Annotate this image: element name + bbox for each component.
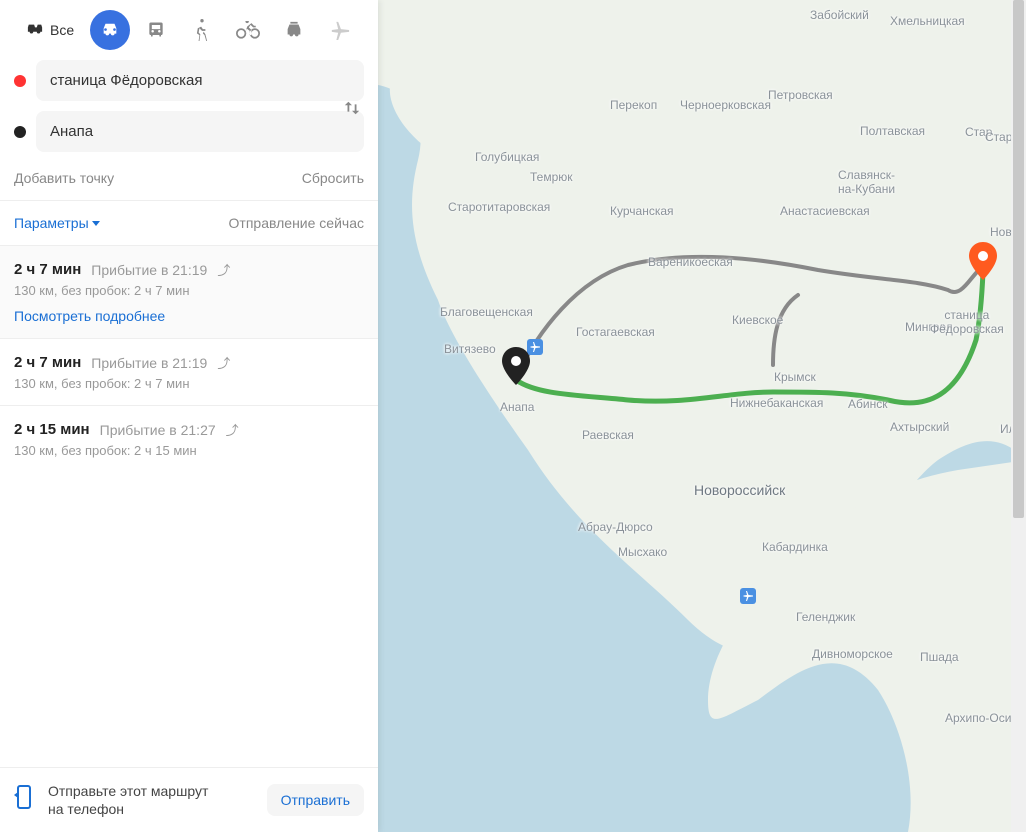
city-label: Киевское	[732, 313, 783, 327]
car-icon	[99, 21, 121, 39]
city-label: Нижнебаканская	[730, 396, 823, 410]
route-option[interactable]: 2 ч 7 мин Прибытие в 21:19 ⤴ 130 км, без пр…	[0, 338, 378, 405]
destination-input[interactable]: Анапа	[36, 111, 364, 152]
phone-send-icon	[14, 785, 36, 814]
mode-transit[interactable]	[136, 10, 176, 50]
send-to-phone-box: Отправьте этот маршрут на телефон Отправ…	[0, 767, 378, 832]
city-label: Абинск	[848, 397, 887, 411]
city-label: Перекоп	[610, 98, 657, 112]
city-label: Мысхако	[618, 545, 667, 559]
city-label: Благовещенская	[440, 305, 533, 319]
route-details: 130 км, без пробок: 2 ч 15 мин	[14, 443, 364, 458]
city-label: Хмельницкая	[890, 14, 965, 28]
reset-link[interactable]: Сбросить	[302, 170, 364, 186]
route-option[interactable]: 2 ч 15 мин Прибытие в 21:27 ⤴ 130 км, без п…	[0, 405, 378, 472]
route-arrival: Прибытие в 21:27	[100, 422, 216, 438]
route-option[interactable]: 2 ч 7 мин Прибытие в 21:19 ⤴ 130 км, без пр…	[0, 245, 378, 338]
city-label: Темрюк	[530, 170, 573, 184]
route-arrival: Прибытие в 21:19	[91, 355, 207, 371]
show-more-link[interactable]: Посмотреть подробнее	[14, 308, 364, 324]
origin-row: станица Фёдоровская	[14, 60, 364, 101]
city-label: Петровская	[768, 88, 833, 102]
route-duration: 2 ч 7 мин	[14, 354, 81, 371]
send-button[interactable]: Отправить	[267, 784, 364, 816]
city-label: Дивноморское	[812, 647, 893, 661]
city-label: Анастасиевская	[780, 204, 870, 218]
mode-bike[interactable]	[228, 10, 268, 50]
city-label: Геленджик	[796, 610, 855, 624]
mode-walk[interactable]	[182, 10, 222, 50]
city-label: Славянск-на-Кубани	[838, 168, 895, 196]
scrollbar-track[interactable]	[1011, 0, 1026, 832]
route-duration: 2 ч 7 мин	[14, 261, 81, 278]
destination-row: Анапа	[14, 111, 364, 152]
city-label: Забойский	[810, 8, 869, 22]
bus-icon	[146, 20, 166, 40]
city-label: Пшада	[920, 650, 959, 664]
params-link[interactable]: Параметры	[14, 215, 100, 231]
city-label: Ахтырский	[890, 420, 949, 434]
city-label: Голубицкая	[475, 150, 539, 164]
swap-button[interactable]	[340, 96, 364, 120]
links-row: Добавить точку Сбросить	[0, 162, 378, 200]
city-label: Гостагаевская	[576, 325, 655, 339]
departure-label: Отправление сейчас	[229, 215, 364, 231]
turn-icon: ⤴	[226, 420, 239, 439]
send-text: Отправьте этот маршрут на телефон	[48, 782, 208, 818]
route-duration: 2 ч 15 мин	[14, 421, 90, 438]
mode-taxi[interactable]	[274, 10, 314, 50]
mode-all[interactable]: Все	[14, 14, 84, 46]
route-details: 130 км, без пробок: 2 ч 7 мин	[14, 283, 364, 298]
city-label: Полтавская	[860, 124, 925, 138]
plane-icon	[329, 20, 351, 40]
city-label: Кабардинка	[762, 540, 828, 554]
city-label: Крымск	[774, 370, 816, 384]
turn-icon: ⤴	[217, 260, 230, 279]
map-area[interactable]: Забойский Хмельницкая Перекоп Черноерковска…	[378, 0, 1026, 832]
origin-pin-label: станицаФёдоровская	[930, 308, 1004, 336]
bike-icon	[236, 21, 260, 39]
walk-icon	[193, 19, 211, 41]
add-point-link[interactable]: Добавить точку	[14, 170, 114, 186]
params-row: Параметры Отправление сейчас	[0, 200, 378, 245]
city-label: Абрау-Дюрсо	[578, 520, 653, 534]
airport-icon	[740, 588, 756, 604]
origin-pin[interactable]	[969, 242, 997, 280]
origin-input[interactable]: станица Фёдоровская	[36, 60, 364, 101]
destination-pin[interactable]	[502, 347, 530, 385]
origin-dot	[14, 75, 26, 87]
chevron-down-icon	[92, 221, 100, 226]
route-overlay	[378, 0, 1026, 832]
city-label: Новороссийск	[694, 482, 785, 498]
city-label: Раевская	[582, 428, 634, 442]
swap-icon	[343, 99, 361, 117]
sidebar: Все станица Фёдоровс	[0, 0, 378, 832]
mode-flight	[320, 10, 360, 50]
scrollbar-thumb[interactable]	[1013, 0, 1024, 518]
turn-icon: ⤴	[217, 353, 230, 372]
transport-modes: Все	[0, 0, 378, 60]
destination-pin-label: Анапа	[500, 400, 534, 414]
mode-all-label: Все	[50, 22, 74, 38]
route-arrival: Прибытие в 21:19	[91, 262, 207, 278]
city-label: Черноерковская	[680, 98, 771, 112]
route-list: 2 ч 7 мин Прибытие в 21:19 ⤴ 130 км, без пр…	[0, 245, 378, 767]
city-label: Архипо-Осип	[945, 711, 1018, 725]
city-label: Вареникоеская	[648, 255, 733, 269]
route-details: 130 км, без пробок: 2 ч 7 мин	[14, 376, 364, 391]
mode-car[interactable]	[90, 10, 130, 50]
destination-dot	[14, 126, 26, 138]
city-label: Старотитаровская	[448, 200, 550, 214]
city-label: Витязево	[444, 342, 496, 356]
city-label: Курчанская	[610, 204, 674, 218]
cars-icon	[24, 22, 46, 38]
route-points: станица Фёдоровская Анапа	[0, 60, 378, 162]
taxi-icon	[283, 20, 305, 40]
